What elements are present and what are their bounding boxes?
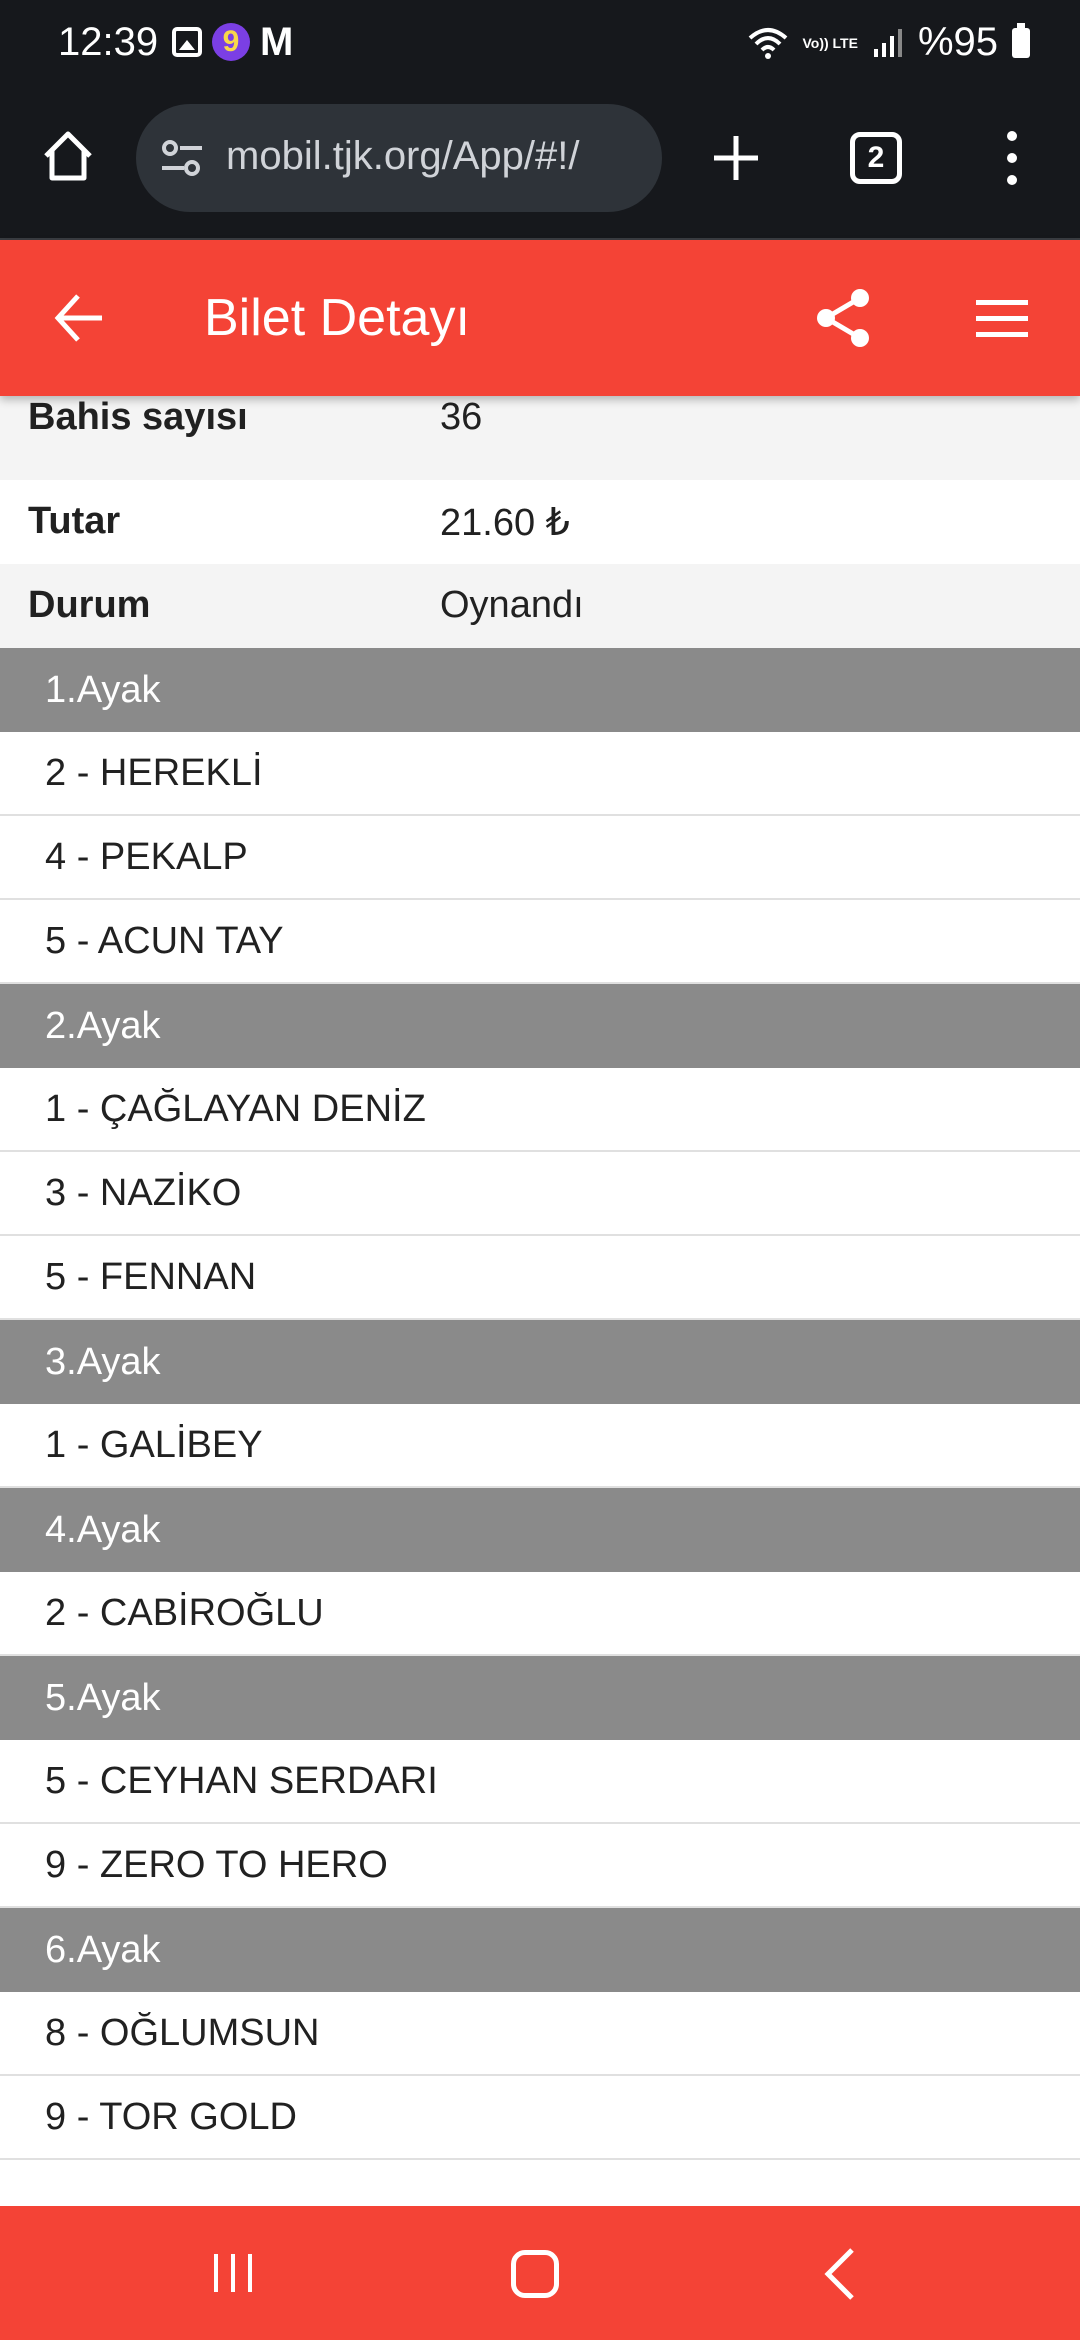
horse-row: 8 - OĞLUMSUN	[0, 1992, 1080, 2076]
recents-icon[interactable]	[210, 2250, 256, 2296]
horse-row: 9 - ZERO TO HERO	[0, 1824, 1080, 1908]
horse-row: 2 - CABİROĞLU	[0, 1572, 1080, 1656]
info-row-status: Durum Oynandı	[0, 564, 1080, 648]
horse-row: 1 - ÇAĞLAYAN DENİZ	[0, 1068, 1080, 1152]
horse-name: 5 - ACUN TAY	[45, 920, 284, 962]
leg-title: 2.Ayak	[45, 1005, 161, 1047]
horse-name: 3 - NAZİKO	[45, 1172, 242, 1214]
horse-name: 2 - HEREKLİ	[45, 752, 263, 794]
battery-icon	[1012, 22, 1030, 58]
home-icon[interactable]	[40, 128, 96, 184]
arrow-left-icon[interactable]	[50, 288, 110, 348]
nav-back-icon[interactable]	[822, 2246, 858, 2302]
system-icons: Vo)) LTE %95	[748, 20, 1030, 65]
leg-title: 6.Ayak	[45, 1929, 161, 1971]
browser-toolbar: mobil.tjk.org/App/#!/ 2	[0, 92, 1080, 240]
leg-header: 5.Ayak	[0, 1656, 1080, 1740]
info-label: Bahis sayısı	[28, 396, 248, 438]
horse-row: 5 - ACUN TAY	[0, 900, 1080, 984]
info-value: 36	[440, 396, 483, 438]
horse-row: 2 - HEREKLİ	[0, 732, 1080, 816]
leg-header: 6.Ayak	[0, 1908, 1080, 1992]
horse-name: 4 - PEKALP	[45, 836, 248, 878]
horse-name: 1 - GALİBEY	[45, 1424, 263, 1466]
share-icon[interactable]	[812, 286, 876, 350]
url-text[interactable]: mobil.tjk.org/App/#!/	[226, 134, 646, 184]
more-vert-icon[interactable]	[1000, 128, 1024, 188]
leg-header: 1.Ayak	[0, 648, 1080, 732]
horse-name: 5 - FENNAN	[45, 1256, 257, 1298]
horse-name: 9 - TOR GOLD	[45, 2096, 297, 2138]
info-row-amount: Tutar 21.60 ₺	[0, 480, 1080, 564]
leg-header: 4.Ayak	[0, 1488, 1080, 1572]
ticket-detail: Bahis sayısı 36 Tutar 21.60 ₺ Durum Oyna…	[0, 396, 1080, 2160]
app-notification-icon: 9	[212, 23, 250, 61]
hamburger-menu-icon[interactable]	[972, 292, 1032, 344]
volte-icon: Vo)) LTE	[802, 34, 858, 51]
leg-title: 4.Ayak	[45, 1509, 161, 1551]
horse-name: 1 - ÇAĞLAYAN DENİZ	[45, 1088, 426, 1130]
horse-row: 3 - NAZİKO	[0, 1152, 1080, 1236]
info-label: Tutar	[28, 500, 121, 542]
horse-row: 9 - TOR GOLD	[0, 2076, 1080, 2160]
horse-row: 5 - CEYHAN SERDARI	[0, 1740, 1080, 1824]
status-time: 12:39	[58, 20, 159, 64]
tabs-icon[interactable]: 2	[850, 132, 902, 184]
notification-icons: 9 M	[172, 22, 293, 62]
status-bar: 12:39 9 M Vo)) LTE %95	[0, 0, 1080, 92]
info-row-bet-count: Bahis sayısı 36	[0, 396, 1080, 480]
signal-icon	[873, 28, 902, 57]
info-label: Durum	[28, 584, 151, 626]
leg-title: 3.Ayak	[45, 1341, 161, 1383]
page-title: Bilet Detayı	[204, 289, 470, 347]
nav-home-icon[interactable]	[511, 2250, 559, 2298]
horse-row: 4 - PEKALP	[0, 816, 1080, 900]
leg-title: 5.Ayak	[45, 1677, 161, 1719]
app-header: Bilet Detayı	[0, 240, 1080, 396]
system-nav-bar	[0, 2206, 1080, 2340]
plus-icon[interactable]	[710, 132, 762, 184]
horse-name: 9 - ZERO TO HERO	[45, 1844, 388, 1886]
wifi-icon	[749, 27, 788, 59]
horse-row: 1 - GALİBEY	[0, 1404, 1080, 1488]
leg-title: 1.Ayak	[45, 669, 161, 711]
info-value: Oynandı	[440, 584, 584, 626]
battery-percent: %95	[917, 20, 998, 64]
horse-row: 5 - FENNAN	[0, 1236, 1080, 1320]
leg-header: 2.Ayak	[0, 984, 1080, 1068]
leg-header: 3.Ayak	[0, 1320, 1080, 1404]
horse-name: 8 - OĞLUMSUN	[45, 2012, 320, 2054]
info-value: 21.60 ₺	[440, 502, 570, 544]
horse-name: 2 - CABİROĞLU	[45, 1592, 324, 1634]
tune-icon[interactable]	[160, 138, 204, 178]
gmail-notification-icon: M	[260, 20, 294, 64]
horse-name: 5 - CEYHAN SERDARI	[45, 1760, 438, 1802]
address-bar[interactable]: mobil.tjk.org/App/#!/	[136, 104, 662, 212]
gallery-notification-icon	[172, 27, 202, 57]
